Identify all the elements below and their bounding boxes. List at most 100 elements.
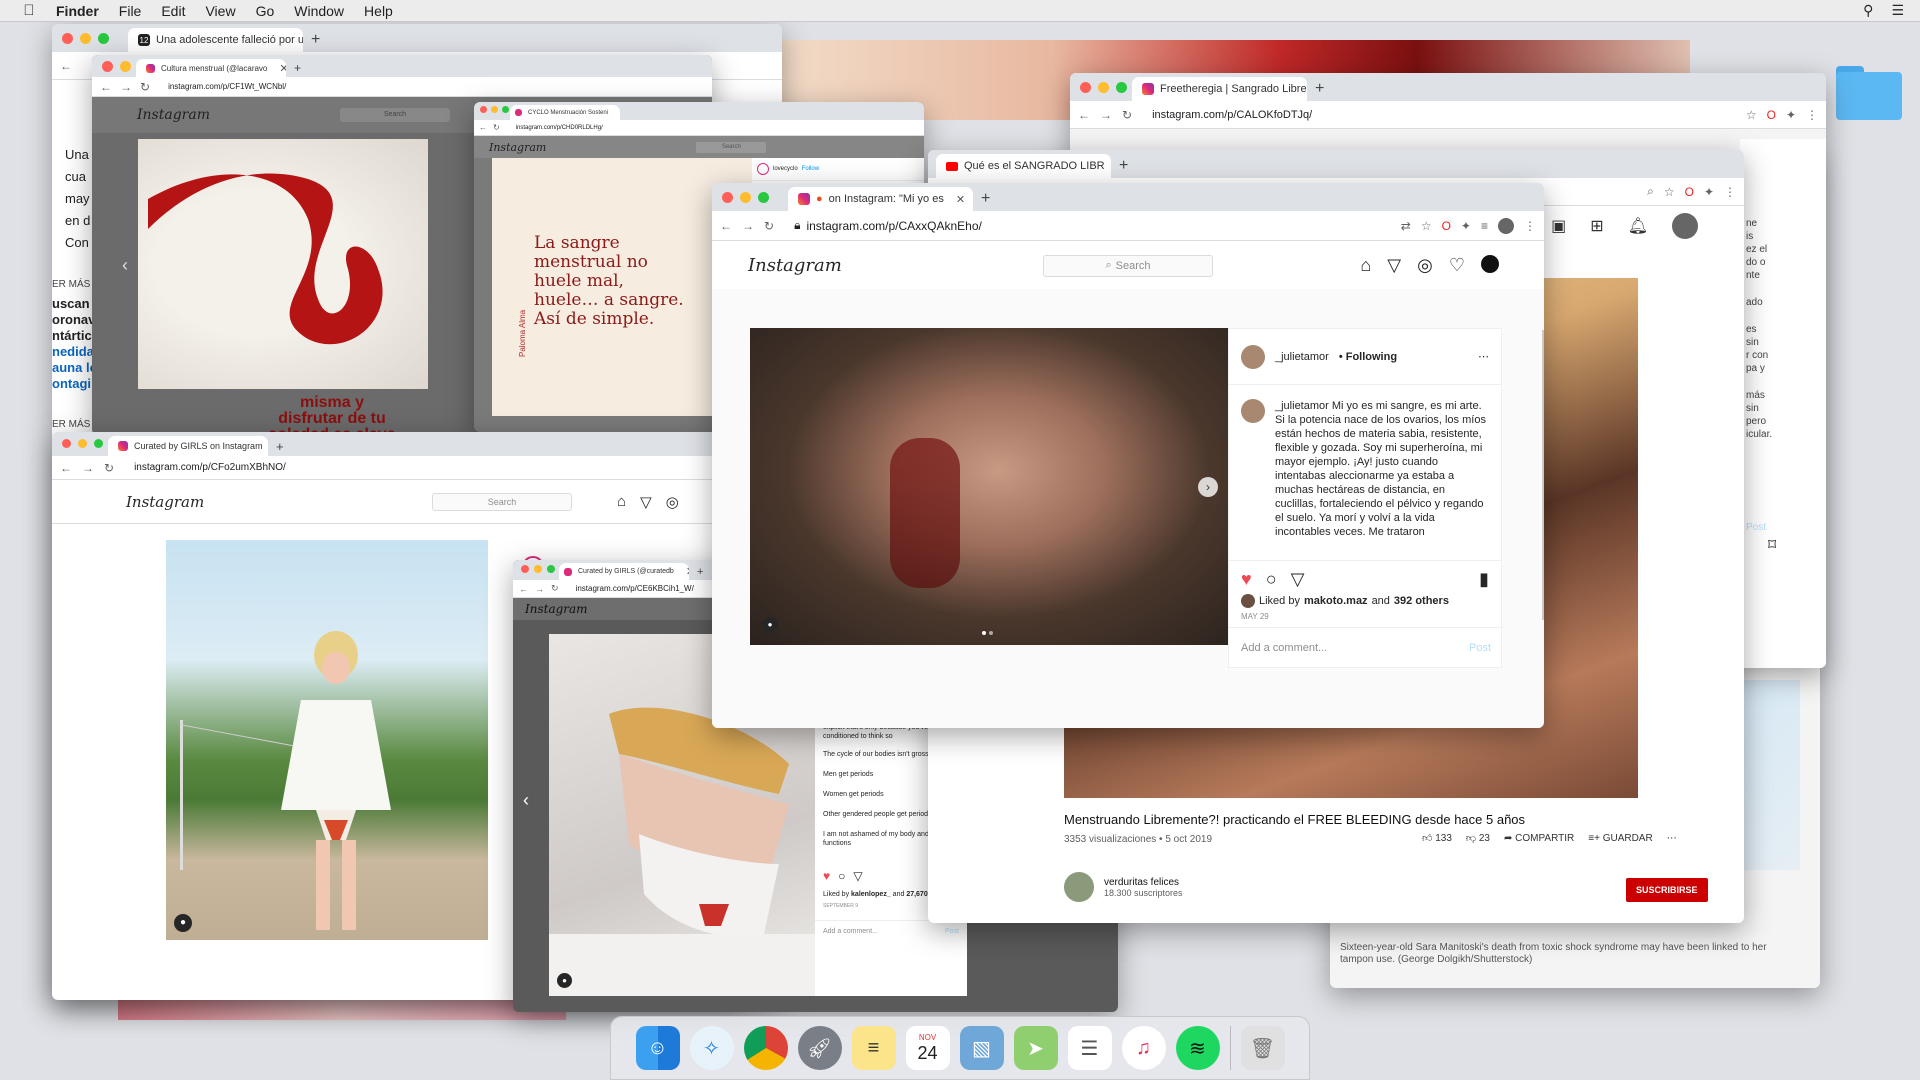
menu-edit[interactable]: Edit	[161, 3, 185, 19]
carousel-next-icon[interactable]: ›	[1198, 477, 1218, 497]
back-icon[interactable]: ←	[60, 461, 72, 475]
safari-icon[interactable]: ✧	[689, 1026, 734, 1070]
user-tag-icon[interactable]: ●	[762, 617, 778, 633]
forward-icon[interactable]: →	[535, 584, 544, 594]
trash-icon[interactable]: 🗑︎	[1240, 1026, 1285, 1070]
user-tag-icon[interactable]: ●	[557, 973, 572, 988]
save-bookmark-icon[interactable]: ▮	[1479, 569, 1489, 590]
window-controls[interactable]	[1080, 82, 1127, 93]
apps-grid-icon[interactable]: ⊞	[1590, 216, 1603, 236]
star-icon[interactable]: ☆	[1746, 108, 1757, 122]
back-icon[interactable]: ←	[100, 80, 112, 94]
like-heart-icon[interactable]: ♥	[1241, 569, 1252, 590]
close-tab-icon[interactable]: ✕	[273, 62, 286, 75]
star-icon[interactable]: ☆	[1421, 219, 1432, 233]
scrollbar[interactable]	[1542, 330, 1544, 620]
follow-button[interactable]: Follow	[802, 166, 819, 172]
menu-app-name[interactable]: Finder	[56, 3, 99, 19]
like-button[interactable]: 👍︎ 133	[1422, 832, 1452, 844]
new-tab-button[interactable]: +	[697, 563, 703, 580]
search-input[interactable]: Search	[339, 108, 450, 122]
carousel-next-icon[interactable]: ›	[1800, 383, 1807, 409]
launchpad-icon[interactable]: 🚀︎	[797, 1026, 842, 1070]
account-avatar[interactable]	[1672, 213, 1698, 239]
translate-icon[interactable]: ⇄	[1401, 219, 1411, 233]
search-input[interactable]: ⌕ Search	[1043, 254, 1213, 277]
new-tab-button[interactable]: +	[981, 187, 990, 211]
apple-icon[interactable]: 	[20, 2, 38, 19]
dislike-button[interactable]: 👎︎ 23	[1466, 832, 1490, 844]
close-tab-icon[interactable]: ✕	[680, 565, 689, 578]
liked-user[interactable]: makoto.maz	[1304, 595, 1368, 607]
tab-lacara[interactable]: Cultura menstrual (@lacaravo ✕	[136, 59, 286, 77]
reload-icon[interactable]: ↻	[764, 219, 774, 233]
reminders-icon[interactable]: ☰	[1067, 1026, 1112, 1070]
forward-icon[interactable]: →	[120, 80, 132, 94]
forward-icon[interactable]: →	[742, 219, 754, 233]
menu-window[interactable]: Window	[294, 3, 344, 19]
tab-youtube[interactable]: Qué es el SANGRADO LIBR ✕	[936, 154, 1111, 178]
reload-icon[interactable]: ↻	[493, 123, 500, 132]
preview-icon[interactable]: ▧	[959, 1026, 1004, 1070]
notifications-bell-icon[interactable]: 🔔︎	[1628, 216, 1648, 236]
opera-icon[interactable]: O	[1442, 219, 1451, 233]
home-icon[interactable]: ⌂	[617, 493, 626, 511]
new-tab-button[interactable]: +	[276, 436, 284, 456]
create-video-icon[interactable]: ▣	[1551, 216, 1566, 236]
desktop-folder-icon[interactable]	[1836, 66, 1902, 120]
tab-freetheregia[interactable]: Freetheregia | Sangrado Libre ✕	[1132, 77, 1307, 101]
menu-dots-icon[interactable]: ⋮	[1806, 108, 1818, 122]
tab-news[interactable]: 12 Una adolescente falleció por u ✕	[128, 28, 303, 52]
reload-icon[interactable]: ↻	[1122, 108, 1132, 122]
back-icon[interactable]: ←	[519, 584, 528, 594]
carousel-prev-icon[interactable]: ‹	[122, 255, 128, 276]
comment-icon[interactable]: ○	[1266, 569, 1277, 590]
menu-dots-icon[interactable]: ⋮	[1724, 185, 1736, 199]
spotlight-search-icon[interactable]: ⚲	[1863, 2, 1873, 19]
avatar[interactable]	[757, 163, 769, 175]
control-center-icon[interactable]: ☰	[1891, 2, 1904, 19]
post-comment-button[interactable]: Post	[1469, 642, 1491, 654]
add-comment-input[interactable]: Add a comment...	[823, 927, 878, 936]
new-tab-button[interactable]: +	[311, 28, 320, 52]
spotify-icon[interactable]: ≋	[1175, 1026, 1220, 1070]
instagram-logo[interactable]: Instagram	[126, 493, 204, 511]
author-username[interactable]: lovecyclo	[773, 166, 798, 172]
menu-file[interactable]: File	[119, 3, 142, 19]
star-icon[interactable]: ☆	[1664, 185, 1675, 199]
more-options-icon[interactable]: ⋯	[1667, 833, 1677, 844]
window-controls[interactable]	[480, 106, 509, 113]
back-icon[interactable]: ←	[479, 123, 487, 132]
calendar-icon[interactable]: NOV 24	[905, 1026, 950, 1070]
avatar[interactable]	[1241, 399, 1265, 423]
reload-icon[interactable]: ↻	[140, 80, 150, 94]
explore-icon[interactable]: ◎	[666, 493, 679, 511]
tab-curated2[interactable]: Curated by GIRLS (@curatedb ✕	[559, 563, 689, 580]
window-controls[interactable]	[521, 565, 555, 573]
related-link[interactable]: uscan	[52, 296, 98, 312]
profile-avatar[interactable]	[1481, 255, 1499, 273]
channel-avatar[interactable]	[1064, 872, 1094, 902]
related-link[interactable]: ntártic	[52, 328, 98, 344]
explore-icon[interactable]: ◎	[1417, 255, 1433, 276]
post-comment-button[interactable]: Post	[1746, 521, 1818, 534]
related-link[interactable]: auna lo	[52, 360, 98, 376]
tab-cyclo[interactable]: CYCLO Menstruación Sosteni ✕	[510, 105, 620, 120]
close-tab-icon[interactable]: ✕	[950, 193, 965, 206]
chrome-icon[interactable]	[743, 1026, 788, 1070]
tab-curated[interactable]: Curated by GIRLS on Instagram ✕	[108, 436, 268, 456]
add-comment-input[interactable]: Add a comment...	[1241, 642, 1327, 654]
url-field[interactable]: 🔒︎ instagram.com/p/CAxxQAknEho/	[784, 215, 1391, 236]
share-icon[interactable]: ▽	[853, 870, 862, 882]
opera-icon[interactable]: O	[1767, 108, 1776, 122]
direct-icon[interactable]: ▽	[640, 493, 652, 511]
share-button[interactable]: ➦ COMPARTIR	[1504, 833, 1574, 844]
menu-view[interactable]: View	[205, 3, 235, 19]
post-comment-button[interactable]: Post	[945, 927, 959, 936]
url-field[interactable]: instagram.com/p/CALOKfoDTJq/	[1142, 104, 1736, 125]
instagram-logo[interactable]: Instagram	[489, 141, 546, 154]
carousel-prev-icon[interactable]: ‹	[523, 790, 529, 811]
menu-go[interactable]: Go	[256, 3, 275, 19]
window-controls[interactable]	[62, 439, 103, 448]
direct-icon[interactable]: ▽	[1387, 255, 1401, 276]
